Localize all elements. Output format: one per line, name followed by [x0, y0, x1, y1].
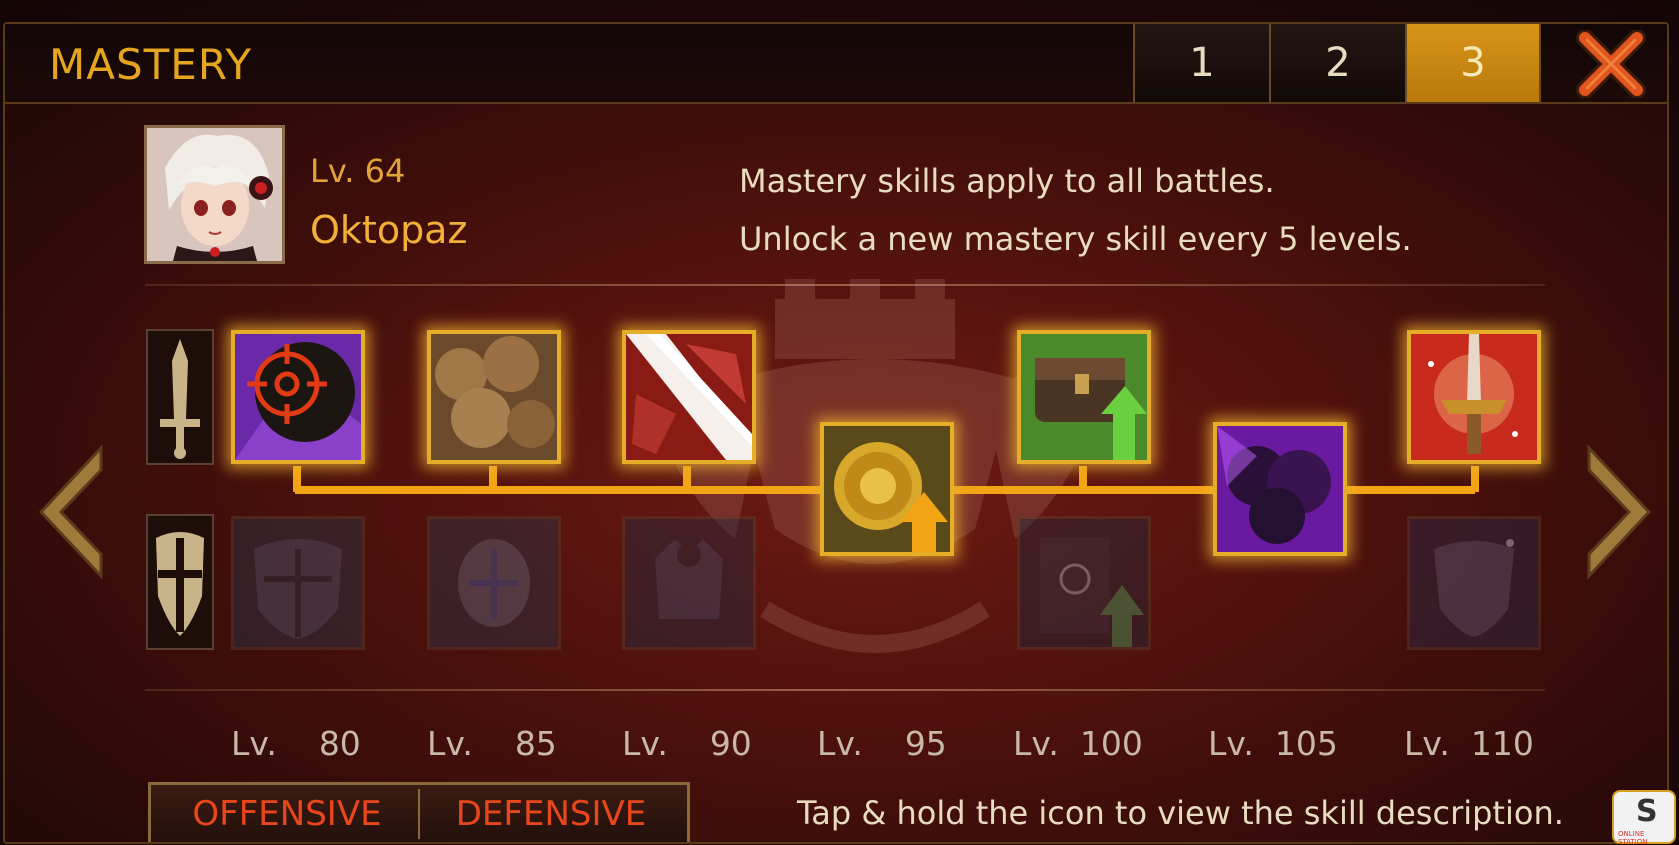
hint-text: Tap & hold the icon to view the skill de…: [797, 794, 1564, 832]
hero-name: Oktopaz: [310, 208, 468, 252]
armor-shield-icon: [234, 519, 362, 647]
connector-stub: [683, 466, 691, 492]
chevron-left-icon[interactable]: [35, 444, 107, 580]
skill-lv85-offensive[interactable]: [427, 330, 561, 464]
skill-lv100-defensive[interactable]: [1017, 516, 1151, 650]
tab-1[interactable]: 1: [1133, 24, 1269, 102]
crest-shield-icon: [1410, 519, 1538, 647]
defensive-row-icon: [146, 514, 214, 650]
offensive-defensive-toggle: OFFENSIVE DEFENSIVE: [148, 782, 690, 842]
info-line-1: Mastery skills apply to all battles.: [739, 162, 1275, 200]
knight-helmet-icon: [430, 519, 558, 647]
chevron-right-icon[interactable]: [1583, 444, 1655, 580]
connector-stub: [293, 466, 301, 492]
card-sun-up-icon: [1020, 519, 1148, 647]
skill-lv80-defensive[interactable]: [231, 516, 365, 650]
hero-portrait: [144, 125, 285, 264]
holy-sword-icon: [1411, 334, 1537, 460]
skill-lv105[interactable]: [1213, 422, 1347, 556]
level-label-80: Lv. 80: [231, 724, 361, 763]
level-label-95: Lv. 95: [817, 724, 947, 763]
smoke-icon: [431, 334, 557, 460]
defensive-button[interactable]: DEFENSIVE: [423, 785, 679, 842]
watermark-letter: S: [1636, 794, 1658, 829]
level-label-105: Lv. 105: [1208, 724, 1338, 763]
close-icon[interactable]: [1575, 30, 1647, 98]
sword-icon: [160, 339, 200, 459]
tab-3[interactable]: 3: [1405, 24, 1541, 102]
toggle-divider: [418, 789, 420, 839]
mastery-panel: MASTERY 1 2 3 Lv. 64 Oktopaz Mastery ski…: [3, 22, 1669, 844]
dark-aura-icon: [1217, 426, 1343, 552]
panel-title: MASTERY: [49, 40, 252, 89]
watermark-text: ONLINE STATION: [1618, 830, 1648, 845]
connector-stub: [1079, 466, 1087, 492]
skill-lv90-offensive[interactable]: [622, 330, 756, 464]
watermark-logo: S ONLINE STATION: [1612, 790, 1676, 845]
skill-lv100-offensive[interactable]: [1017, 330, 1151, 464]
connector-stub: [489, 466, 497, 492]
level-label-90: Lv. 90: [622, 724, 752, 763]
skill-lv110-defensive[interactable]: [1407, 516, 1541, 650]
skill-lv90-defensive[interactable]: [622, 516, 756, 650]
info-line-2: Unlock a new mastery skill every 5 level…: [739, 220, 1412, 258]
hero-level: Lv. 64: [310, 152, 406, 190]
skill-lv110-offensive[interactable]: [1407, 330, 1541, 464]
blade-icon: [626, 334, 752, 460]
skill-lv95[interactable]: [820, 422, 954, 556]
offensive-button[interactable]: OFFENSIVE: [159, 785, 415, 842]
header-bar: MASTERY 1 2 3: [5, 24, 1667, 104]
gold-coin-up-icon: [824, 426, 950, 552]
skill-lv80-offensive[interactable]: [231, 330, 365, 464]
shield-icon: [156, 532, 204, 636]
hero-avatar: [147, 128, 282, 261]
connector-stub: [1471, 466, 1479, 492]
level-label-85: Lv. 85: [427, 724, 557, 763]
level-label-110: Lv. 110: [1404, 724, 1534, 763]
tab-2[interactable]: 2: [1269, 24, 1405, 102]
offensive-row-icon: [146, 329, 214, 465]
skill-lv85-defensive[interactable]: [427, 516, 561, 650]
target-icon: [235, 334, 361, 460]
level-label-100: Lv. 100: [1013, 724, 1143, 763]
divider-bottom: [145, 689, 1545, 691]
spiked-armor-icon: [625, 519, 753, 647]
treasure-chest-up-icon: [1021, 334, 1147, 460]
